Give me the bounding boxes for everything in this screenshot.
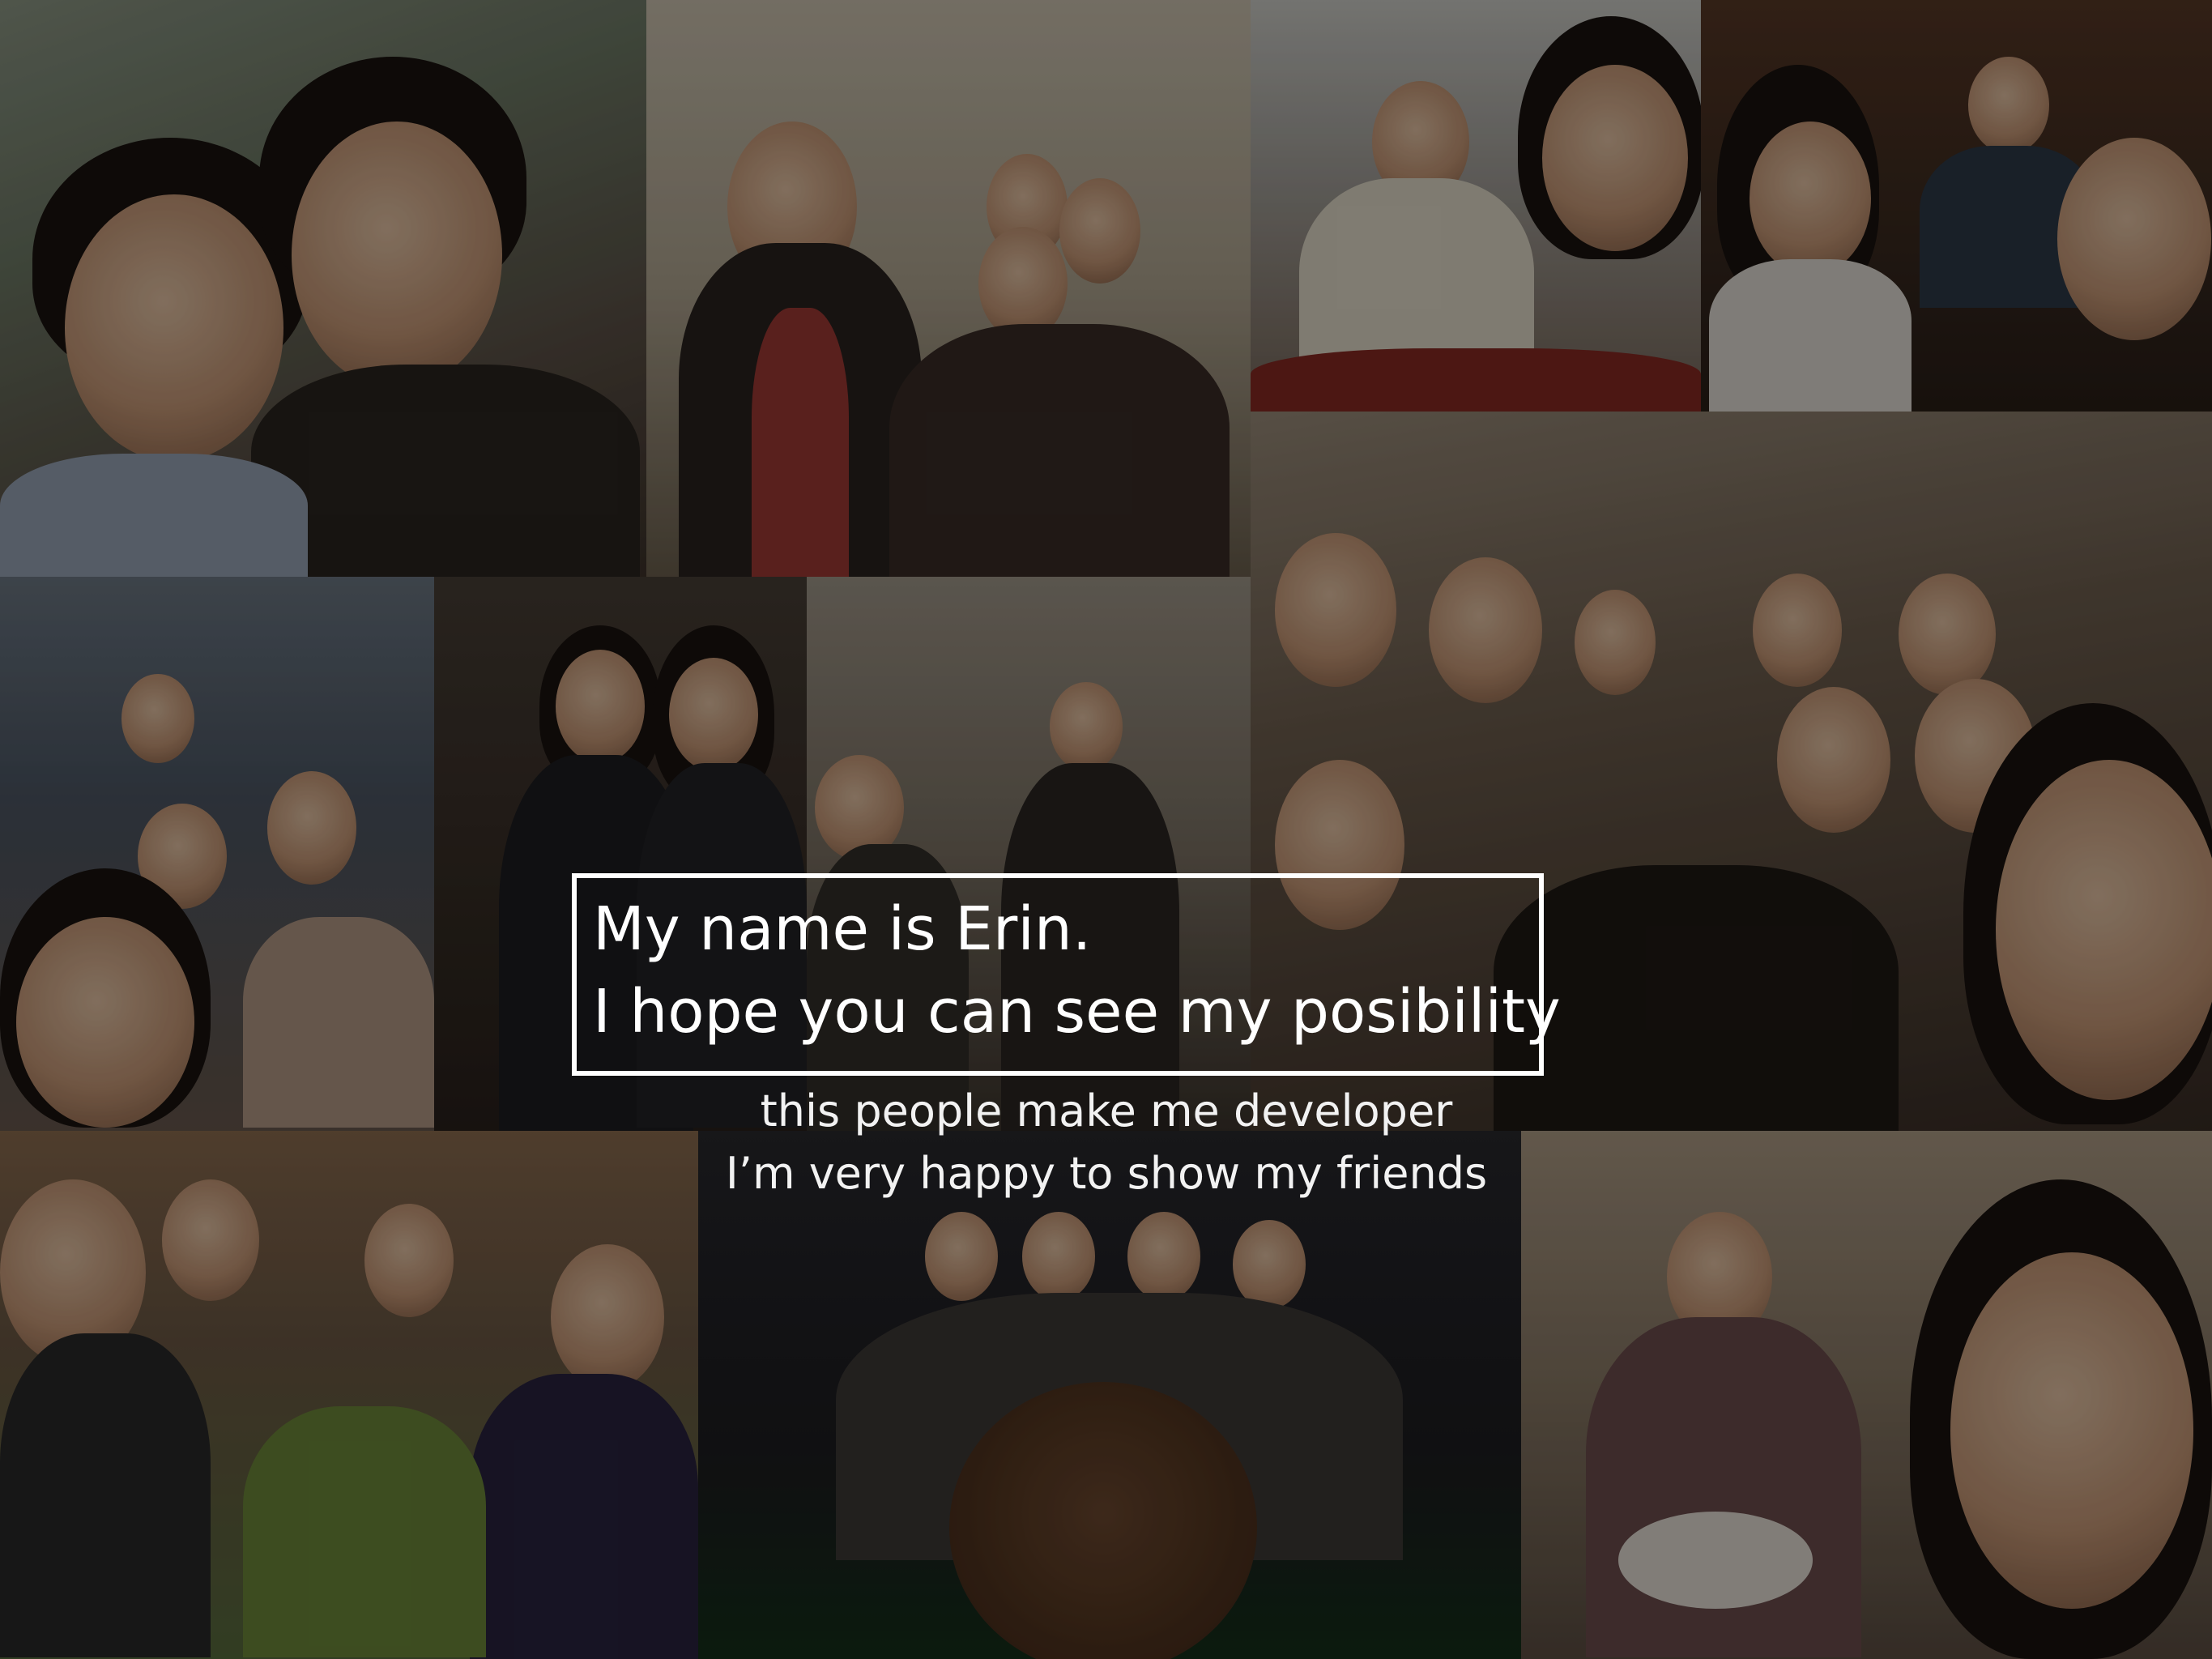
photo-selfie-two-friends-outdoor bbox=[0, 0, 646, 577]
photo-cafe-laptop-group bbox=[1701, 0, 2212, 412]
photo-collage bbox=[0, 0, 2212, 1659]
title-line-name: My name is Erin. bbox=[593, 894, 1092, 964]
photo-group-with-bear-plush bbox=[698, 1131, 1521, 1659]
title-line-hope: I hope you can see my posibility bbox=[593, 977, 1561, 1047]
title-box: My name is Erin. I hope you can see my p… bbox=[572, 873, 1561, 1076]
subtitle-line-friends: I’m very happy to show my friends bbox=[725, 1148, 1488, 1199]
photo-cafe-peace-sign bbox=[1251, 0, 1701, 412]
photo-library-group-laptops bbox=[0, 1131, 698, 1659]
photo-group-lying-down bbox=[0, 577, 434, 1131]
photo-group-with-teacher bbox=[646, 0, 1251, 577]
subtitle-line-people: this people make me developer bbox=[760, 1085, 1453, 1137]
photo-restaurant-noodle-selfie bbox=[1521, 1131, 2212, 1659]
